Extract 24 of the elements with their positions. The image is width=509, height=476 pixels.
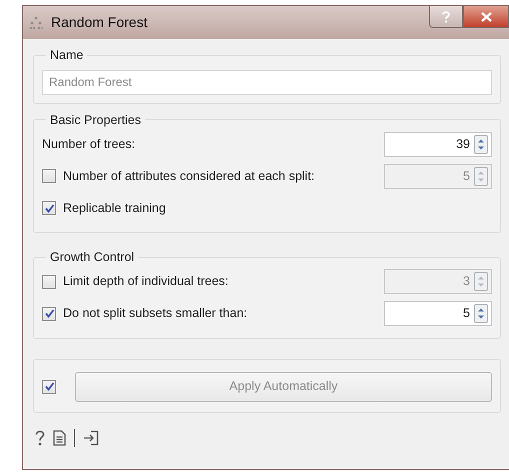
close-button[interactable] (463, 6, 509, 28)
spin-box[interactable]: 5 (384, 301, 492, 326)
spin-box[interactable]: 39 (384, 132, 492, 156)
input-icon[interactable] (83, 430, 99, 446)
document-icon[interactable] (53, 430, 66, 446)
group-title: Basic Properties (49, 114, 142, 126)
window-title: Random Forest (51, 13, 148, 32)
checkbox[interactable] (42, 306, 56, 320)
option-label: Limit depth of individual trees: (63, 273, 230, 290)
help-button[interactable] (429, 6, 463, 28)
name-field[interactable]: Random Forest (42, 70, 492, 94)
spin-arrows-icon[interactable] (474, 304, 488, 323)
option-label: Number of trees: (42, 136, 136, 153)
group-title: Name (49, 49, 84, 62)
option-label: Replicable training (63, 200, 167, 217)
spin-arrows-icon[interactable] (474, 134, 488, 154)
group-title: Growth Control (49, 251, 136, 264)
option-label: Do not split subsets smaller than: (63, 305, 248, 322)
app-icon (29, 16, 43, 30)
close-icon (480, 12, 492, 22)
help-icon (442, 10, 450, 22)
help-icon[interactable] (35, 430, 45, 446)
option-label: Number of attributes considered at each split: (63, 168, 316, 185)
checkbox[interactable] (42, 201, 56, 215)
